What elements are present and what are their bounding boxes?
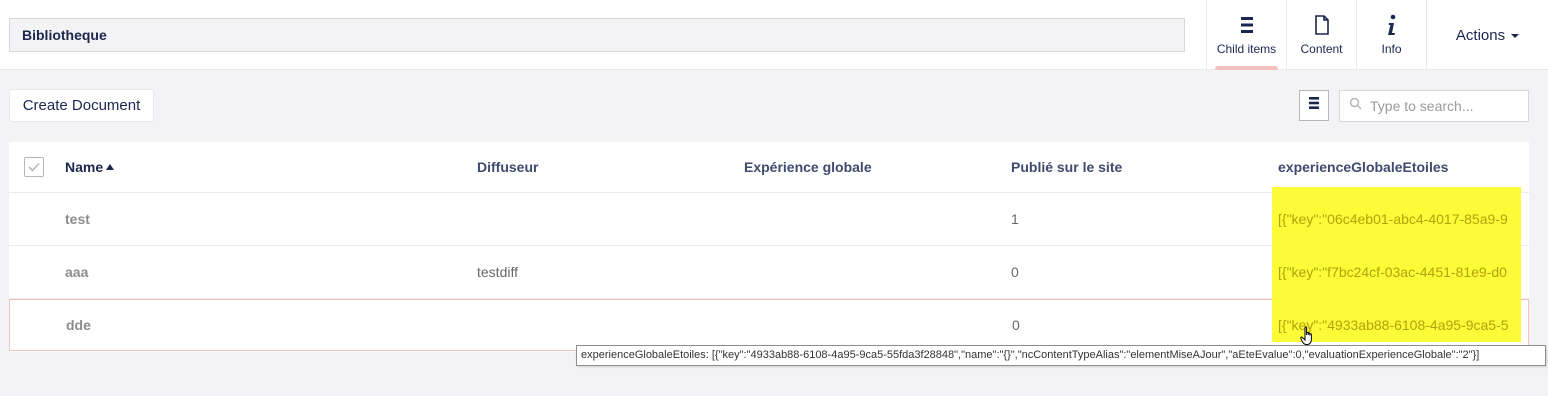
document-icon: [1314, 14, 1330, 36]
info-icon: [1386, 14, 1398, 36]
list-icon: [1240, 14, 1254, 36]
row-experience: [744, 246, 1004, 298]
row-diffuseur: testdiff: [477, 264, 518, 280]
column-header-etoiles[interactable]: experienceGlobaleEtoiles: [1278, 142, 1513, 192]
column-header-experience[interactable]: Expérience globale: [744, 142, 1004, 192]
tab-label: Info: [1381, 42, 1402, 56]
tab-info[interactable]: Info: [1356, 0, 1426, 70]
hand-pointer-icon: [1300, 326, 1316, 351]
row-etoiles: [{"key":"f7bc24cf-03ac-4451-81e9-d0: [1278, 263, 1507, 280]
row-name-link[interactable]: test: [65, 193, 465, 245]
row-name-link[interactable]: aaa: [65, 246, 465, 298]
column-header-diffuseur[interactable]: Diffuseur: [477, 142, 737, 192]
cell-tooltip: experienceGlobaleEtoiles: [{"key":"4933a…: [576, 345, 1546, 366]
row-publie: 0: [1012, 317, 1020, 333]
search-icon: [1349, 97, 1362, 115]
row-diffuseur: [478, 300, 738, 350]
tab-label: Content: [1300, 42, 1343, 56]
layout-toggle-button[interactable]: [1299, 90, 1329, 121]
tab-label: Child items: [1216, 42, 1277, 56]
list-icon: [1308, 96, 1320, 115]
select-all-checkbox[interactable]: [24, 157, 44, 177]
tab-child-items[interactable]: Child items: [1206, 0, 1286, 70]
actions-dropdown[interactable]: Actions: [1426, 0, 1548, 70]
actions-label: Actions: [1455, 26, 1506, 44]
sort-ascending-icon: [106, 164, 115, 170]
column-header-name[interactable]: Name: [65, 142, 465, 192]
row-name-link[interactable]: dde: [66, 300, 466, 350]
row-publie: 0: [1011, 264, 1019, 280]
search-box[interactable]: [1339, 90, 1529, 122]
caret-down-icon: [1511, 34, 1520, 38]
node-name-input[interactable]: [9, 18, 1185, 52]
tab-content[interactable]: Content: [1286, 0, 1356, 70]
editor-header: Child items Content Info Actions: [0, 0, 1548, 70]
table-header-row: Name Diffuseur Expérience globale Publié…: [9, 142, 1529, 193]
create-document-button[interactable]: Create Document: [9, 89, 154, 122]
column-header-publie[interactable]: Publié sur le site: [1011, 142, 1271, 192]
row-diffuseur: [477, 193, 737, 245]
row-experience: [744, 193, 1004, 245]
row-experience: [745, 300, 1005, 350]
search-input[interactable]: [1370, 98, 1520, 114]
row-publie: 1: [1011, 211, 1019, 227]
row-etoiles: [{"key":"06c4eb01-abc4-4017-85a9-9: [1278, 210, 1508, 227]
